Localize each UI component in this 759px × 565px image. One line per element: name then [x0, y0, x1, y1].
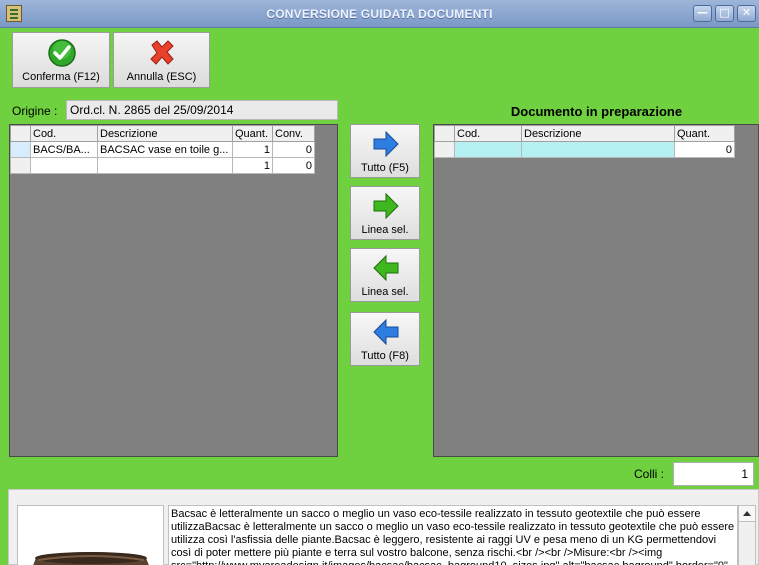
cell-descrizione[interactable]: [521, 141, 675, 158]
col-header-quant[interactable]: Quant.: [232, 125, 273, 142]
source-grid[interactable]: Cod. Descrizione Quant. Conv. BACS/BA...…: [9, 124, 338, 457]
cell-quant[interactable]: 1: [232, 141, 273, 158]
cancel-label: Annulla (ESC): [126, 71, 197, 83]
arrow-right-blue-icon: [373, 130, 399, 158]
col-header-conv[interactable]: Conv.: [272, 125, 315, 142]
confirm-label: Conferma (F12): [22, 71, 100, 83]
arrow-left-green-icon: [373, 254, 399, 282]
cell-conv[interactable]: 0: [272, 141, 315, 158]
row-header-corner: [434, 125, 455, 142]
row-selector[interactable]: [10, 141, 31, 158]
table-row[interactable]: 0: [434, 141, 735, 158]
transfer-line-right-label: Linea sel.: [361, 224, 409, 236]
transfer-all-left-label: Tutto (F8): [361, 350, 409, 362]
title-bar: CONVERSIONE GUIDATA DOCUMENTI — □ ✕: [0, 0, 759, 28]
colli-input[interactable]: 1: [673, 462, 754, 486]
product-description[interactable]: Bacsac è letteralmente un sacco o meglio…: [168, 505, 738, 565]
cell-cod[interactable]: BACS/BA...: [30, 141, 98, 158]
document-preparation-title: Documento in preparazione: [510, 104, 683, 119]
target-grid[interactable]: Cod. Descrizione Quant. 0: [433, 124, 759, 457]
cell-cod[interactable]: [30, 157, 98, 174]
table-row[interactable]: 1 0: [10, 157, 315, 174]
transfer-line-right-button[interactable]: Linea sel.: [350, 186, 420, 240]
cancel-button[interactable]: Annulla (ESC): [113, 32, 210, 88]
col-header-descrizione[interactable]: Descrizione: [97, 125, 233, 142]
transfer-line-left-button[interactable]: Linea sel.: [350, 248, 420, 302]
colli-label: Colli :: [634, 467, 665, 481]
transfer-all-left-button[interactable]: Tutto (F8): [350, 312, 420, 366]
col-header-cod[interactable]: Cod.: [30, 125, 98, 142]
origin-label: Origine :: [12, 104, 58, 118]
product-detail-panel: Bacsac è letteralmente un sacco o meglio…: [8, 489, 759, 565]
col-header-quant[interactable]: Quant.: [674, 125, 735, 142]
cell-cod[interactable]: [454, 141, 522, 158]
source-grid-header: Cod. Descrizione Quant. Conv.: [10, 125, 315, 142]
cross-icon: [150, 40, 174, 65]
cell-quant[interactable]: 0: [674, 141, 735, 158]
col-header-descrizione[interactable]: Descrizione: [521, 125, 675, 142]
scroll-up-icon[interactable]: [739, 506, 755, 522]
origin-field: Ord.cl. N. 2865 del 25/09/2014: [66, 100, 338, 120]
target-grid-header: Cod. Descrizione Quant.: [434, 125, 735, 142]
arrow-left-blue-icon: [373, 318, 399, 346]
description-scrollbar[interactable]: [738, 505, 756, 565]
row-selector[interactable]: [434, 141, 455, 158]
transfer-all-right-button[interactable]: Tutto (F5): [350, 124, 420, 178]
cell-conv[interactable]: 0: [272, 157, 315, 174]
maximize-button[interactable]: □: [715, 5, 734, 22]
window-title: CONVERSIONE GUIDATA DOCUMENTI: [266, 7, 493, 21]
cell-descrizione[interactable]: [97, 157, 233, 174]
transfer-line-left-label: Linea sel.: [361, 286, 409, 298]
checkmark-icon: [48, 39, 76, 67]
col-header-cod[interactable]: Cod.: [454, 125, 522, 142]
confirm-button[interactable]: Conferma (F12): [12, 32, 110, 88]
close-button[interactable]: ✕: [737, 5, 756, 22]
cell-quant[interactable]: 1: [232, 157, 273, 174]
row-selector[interactable]: [10, 157, 31, 174]
arrow-right-green-icon: [373, 192, 399, 220]
bacsac-pot-image: [18, 506, 163, 565]
row-header-corner: [10, 125, 31, 142]
table-row[interactable]: BACS/BA... BACSAC vase en toile g... 1 0: [10, 141, 315, 158]
minimize-button[interactable]: —: [693, 5, 712, 22]
product-image: [17, 505, 164, 565]
cell-descrizione[interactable]: BACSAC vase en toile g...: [97, 141, 233, 158]
transfer-all-right-label: Tutto (F5): [361, 162, 409, 174]
